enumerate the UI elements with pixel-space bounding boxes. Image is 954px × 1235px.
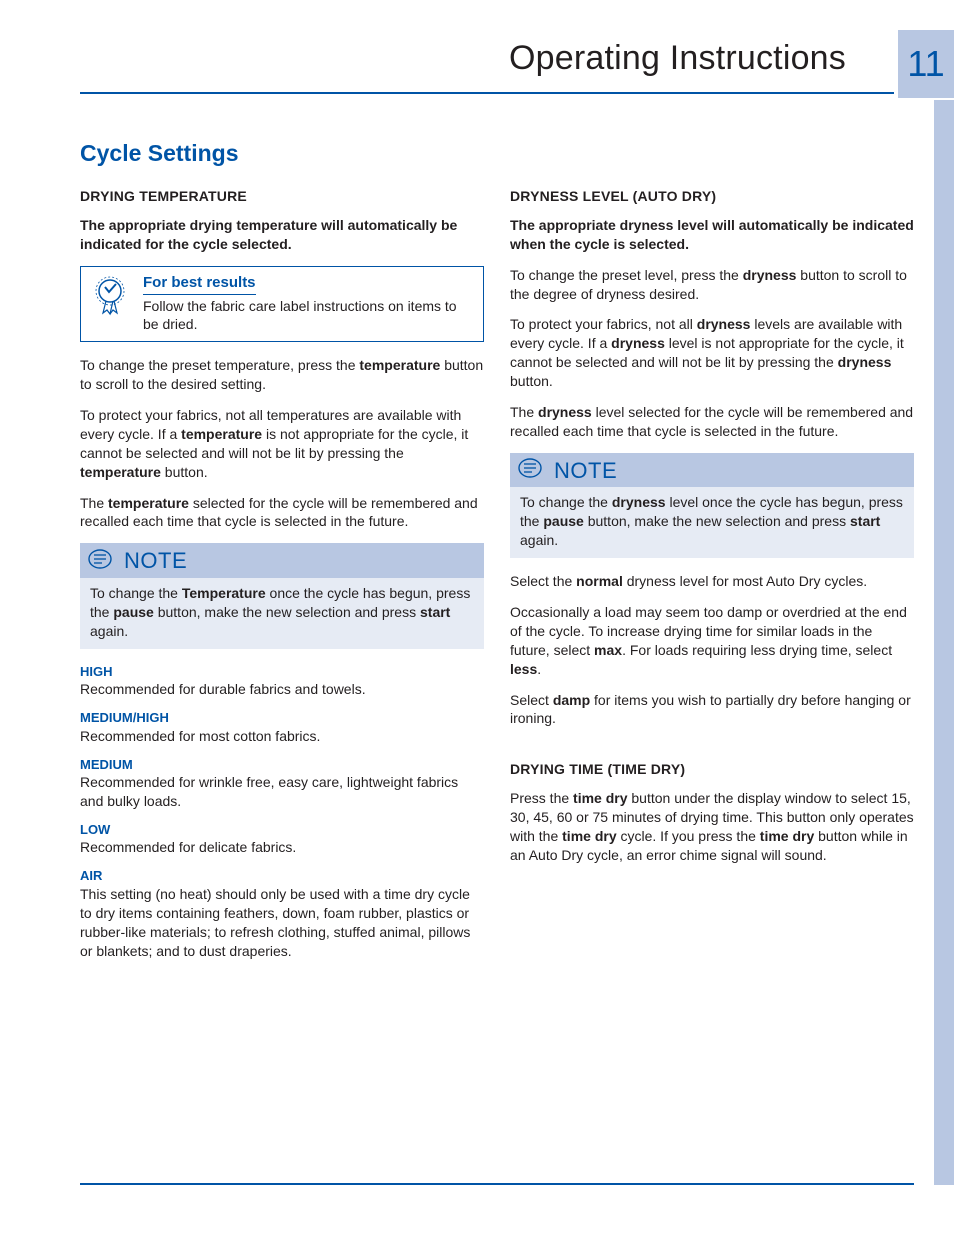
- left-column: DRYING TEMPERATURE The appropriate dryin…: [80, 187, 484, 971]
- best-results-box: For best results Follow the fabric care …: [80, 266, 484, 343]
- para: To protect your fabrics, not all tempera…: [80, 406, 484, 482]
- level-desc: Recommended for most cotton fabrics.: [80, 727, 484, 746]
- right-column: DRYNESS LEVEL (AUTO DRY) The appropriate…: [510, 187, 914, 971]
- note-label: NOTE: [124, 546, 187, 576]
- tip-title: For best results: [143, 273, 256, 295]
- intro-text: The appropriate dryness level will autom…: [510, 216, 914, 254]
- para: Press the time dry button under the disp…: [510, 789, 914, 865]
- note-body: To change the Temperature once the cycle…: [80, 578, 484, 649]
- tip-text: Follow the fabric care label instruction…: [143, 297, 473, 333]
- subhead-drying-temp: DRYING TEMPERATURE: [80, 187, 484, 206]
- note-icon: [88, 547, 112, 576]
- para: Select damp for items you wish to partia…: [510, 691, 914, 729]
- level-title: HIGH: [80, 663, 484, 681]
- para: The dryness level selected for the cycle…: [510, 403, 914, 441]
- para: Select the normal dryness level for most…: [510, 572, 914, 591]
- para: The temperature selected for the cycle w…: [80, 494, 484, 532]
- intro-text: The appropriate drying temperature will …: [80, 216, 484, 254]
- level-title: LOW: [80, 821, 484, 839]
- level-desc: Recommended for delicate fabrics.: [80, 838, 484, 857]
- level-title: MEDIUM: [80, 756, 484, 774]
- note-label: NOTE: [554, 456, 617, 486]
- note-body: To change the dryness level once the cyc…: [510, 487, 914, 558]
- sidebar-stripe: [934, 100, 954, 1185]
- para: To change the preset temperature, press …: [80, 356, 484, 394]
- para: Occasionally a load may seem too damp or…: [510, 603, 914, 679]
- subhead-drying-time: DRYING TIME (TIME DRY): [510, 760, 914, 779]
- section-title: Cycle Settings: [80, 138, 914, 169]
- page-number: 11: [894, 30, 954, 98]
- para: To change the preset level, press the dr…: [510, 266, 914, 304]
- para: To protect your fabrics, not all dryness…: [510, 315, 914, 391]
- subhead-dryness-level: DRYNESS LEVEL (AUTO DRY): [510, 187, 914, 206]
- level-title: AIR: [80, 867, 484, 885]
- level-title: MEDIUM/HIGH: [80, 709, 484, 727]
- note-header: NOTE: [80, 543, 484, 578]
- bottom-rule: [80, 1183, 914, 1185]
- level-desc: This setting (no heat) should only be us…: [80, 885, 484, 961]
- level-desc: Recommended for durable fabrics and towe…: [80, 680, 484, 699]
- page-title: Operating Instructions: [80, 36, 914, 94]
- level-desc: Recommended for wrinkle free, easy care,…: [80, 773, 484, 811]
- note-header: NOTE: [510, 453, 914, 488]
- ribbon-icon: [87, 273, 133, 324]
- note-icon: [518, 456, 542, 485]
